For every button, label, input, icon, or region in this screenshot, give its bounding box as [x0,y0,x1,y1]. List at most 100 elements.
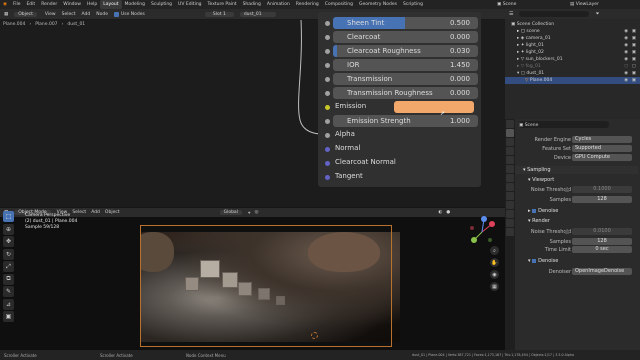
render-camera-icon[interactable]: ▢ [632,63,636,70]
outliner-item[interactable]: ▸ ◈ camera_01 ◉ ▣ [505,35,640,42]
scene-collection-row[interactable]: ▣ Scene Collection [505,21,640,28]
denoise-checkbox[interactable] [532,258,537,263]
render-camera-icon[interactable]: ▣ [632,35,636,42]
emission-socket[interactable] [325,105,330,110]
annotate-tool-icon[interactable]: ✎ [3,286,14,297]
view-layer-selector[interactable]: ▤ ViewLayer [570,0,599,9]
principled-bsdf-node[interactable]: Sheen Tint 0.500 Clearcoat 0.000 Clearco… [318,12,481,187]
clearcoat-field[interactable]: Clearcoat 0.000 [333,31,478,43]
render-camera-icon[interactable]: ▣ [632,77,636,84]
particles-tab-icon[interactable] [506,192,514,200]
use-nodes-checkbox[interactable] [113,11,119,17]
select-tool-icon[interactable]: ⬚ [3,211,14,222]
object-tab-icon[interactable] [506,174,514,182]
tab-modeling[interactable]: Modeling [122,0,148,9]
outliner-item[interactable]: ▸ ▢ scene ◉ ▣ [505,28,640,35]
menu-help[interactable]: Help [84,0,100,9]
shader-type-dropdown[interactable]: Object [14,11,37,17]
transform-orientation-dropdown[interactable]: Global [219,210,242,215]
transmission-field[interactable]: Transmission 0.000 [333,73,478,85]
tab-texture-paint[interactable]: Texture Paint [205,0,240,9]
menu-select[interactable]: Select [62,12,76,17]
tab-uv-editing[interactable]: UV Editing [175,0,204,9]
world-tab-icon[interactable] [506,165,514,173]
visibility-eye-icon[interactable]: ◉ [624,42,628,49]
input-socket[interactable] [325,77,330,82]
render-camera-icon[interactable]: ▣ [632,70,636,77]
render-camera-icon[interactable]: ▣ [632,28,636,35]
menu-add[interactable]: Add [82,12,91,17]
render-tab-icon[interactable] [506,129,514,137]
visibility-eye-icon[interactable]: ◌ [624,63,628,70]
filter-icon[interactable]: ⏷ [595,11,599,17]
emission-color-swatch[interactable] [394,101,474,113]
visibility-eye-icon[interactable]: ◉ [624,28,628,35]
physics-tab-icon[interactable] [506,201,514,209]
zoom-icon[interactable]: ⌕ [490,246,499,255]
viewport-noise-threshold-field[interactable]: 0.1000 [572,186,632,193]
view-layer-tab-icon[interactable] [506,147,514,155]
pan-icon[interactable]: ✋ [490,258,499,267]
tab-rendering[interactable]: Rendering [293,0,322,9]
tab-geometry-nodes[interactable]: Geometry Nodes [356,0,400,9]
render-subpanel-header[interactable]: ▾ Render [520,217,638,225]
render-noise-threshold-field[interactable]: 0.0100 [572,228,632,235]
visibility-eye-icon[interactable]: ◉ [624,49,628,56]
outliner-item[interactable]: ▸ ▽ sun_blockers_01 ◉ ▣ [505,56,640,63]
tab-compositing[interactable]: Compositing [322,0,356,9]
transform-tool-icon[interactable]: ⧉ [3,273,14,285]
input-socket[interactable] [325,119,330,124]
render-denoise-subpanel[interactable]: ▾ Denoise [520,257,638,265]
menu-render[interactable]: Render [38,0,60,9]
tab-animation[interactable]: Animation [264,0,293,9]
clearcoat-roughness-field[interactable]: Clearcoat Roughness 0.030 [333,45,478,57]
perspective-toggle-icon[interactable]: ▦ [490,282,499,291]
sheen-tint-field[interactable]: Sheen Tint 0.500 [333,17,478,29]
tangent-socket[interactable] [325,175,330,180]
menu-node[interactable]: Node [96,12,108,17]
material-selector[interactable]: dust_01 [239,11,276,17]
menu-add[interactable]: Add [91,210,100,215]
emission-strength-field[interactable]: Emission Strength 1.000 [333,115,478,127]
noise-threshold-checkbox[interactable] [565,230,569,234]
input-socket[interactable] [325,63,330,68]
render-camera-icon[interactable]: ▣ [632,42,636,49]
visibility-eye-icon[interactable]: ◉ [624,70,628,77]
outliner-item[interactable]: ▸ ✦ light_01 ◉ ▣ [505,42,640,49]
navigation-gizmo[interactable] [464,214,500,250]
outliner-item-selected[interactable]: ▽ Plane.004 ◉ ▣ [505,77,640,84]
slot-dropdown[interactable]: Slot 1 [204,11,234,17]
input-socket[interactable] [325,35,330,40]
outliner-item[interactable]: ▸ ▽ fog_01 ◌ ▢ [505,63,640,70]
sampling-panel-header[interactable]: ▾ Sampling [515,166,638,174]
menu-object[interactable]: Object [105,210,120,215]
data-tab-icon[interactable] [506,219,514,227]
snap-icon[interactable]: ⌖ [248,210,251,216]
shading-icon[interactable]: ● [446,210,450,215]
input-socket[interactable] [325,21,330,26]
tab-shading[interactable]: Shading [240,0,264,9]
tool-tab-icon[interactable] [506,120,514,128]
render-engine-dropdown[interactable]: Cycles [572,136,632,143]
outliner-item[interactable]: ▸ ✦ light_02 ◉ ▣ [505,49,640,56]
outliner-type-icon[interactable]: ☰ [509,11,513,17]
tab-layout[interactable]: Layout [100,0,122,9]
render-camera-icon[interactable]: ▣ [632,49,636,56]
viewport-denoise-subpanel[interactable]: ▸ Denoise [520,207,638,215]
scene-selector[interactable]: ▣ Scene [497,0,516,9]
time-limit-field[interactable]: 0 sec [572,246,632,253]
tab-scripting[interactable]: Scripting [400,0,426,9]
transmission-roughness-field[interactable]: Transmission Roughness 0.000 [333,87,478,99]
visibility-eye-icon[interactable]: ◉ [624,56,628,63]
blender-logo-icon[interactable]: ◉ [0,0,10,9]
outliner-search-input[interactable] [519,11,590,17]
output-tab-icon[interactable] [506,138,514,146]
menu-edit[interactable]: Edit [23,0,38,9]
rotate-tool-icon[interactable]: ↻ [3,248,14,260]
alpha-socket[interactable] [325,133,330,138]
measure-tool-icon[interactable]: ⊿ [3,298,14,310]
add-cube-tool-icon[interactable]: ▣ [3,311,14,322]
cursor-tool-icon[interactable]: ⊕ [3,223,14,235]
device-dropdown[interactable]: GPU Compute [572,154,632,161]
feature-set-dropdown[interactable]: Supported [572,145,632,152]
